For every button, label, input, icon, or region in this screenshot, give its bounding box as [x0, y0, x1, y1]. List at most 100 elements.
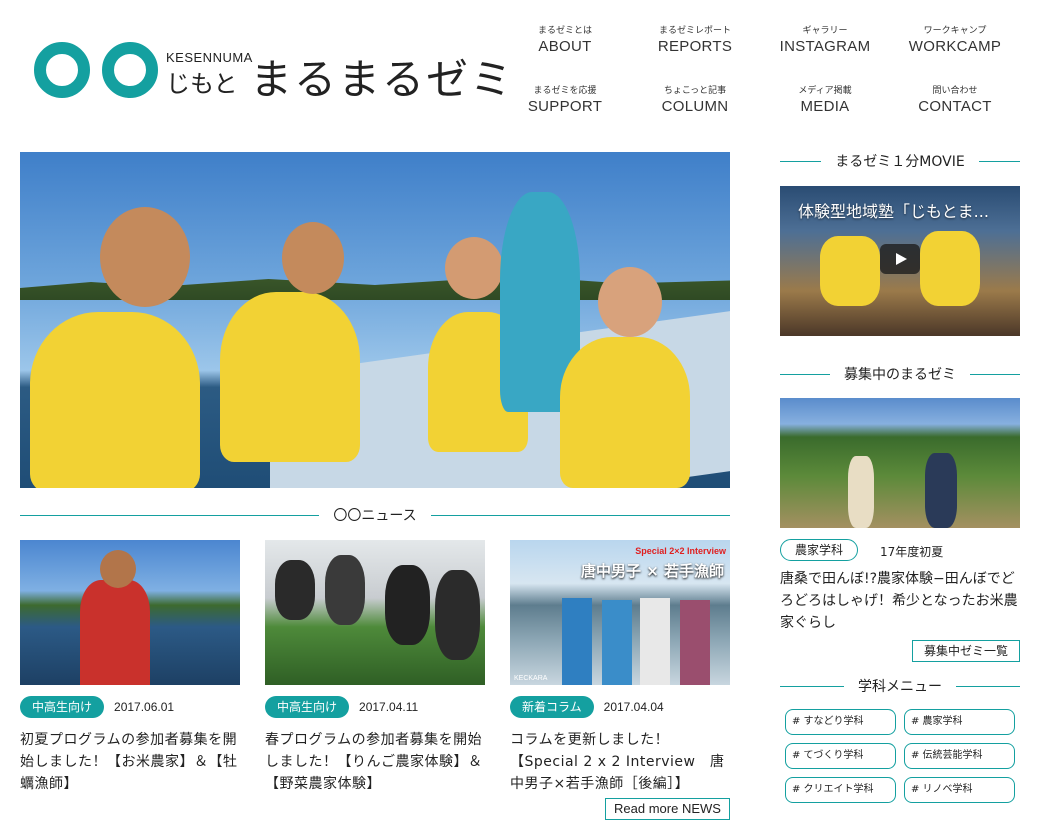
movie-heading-line-left [780, 160, 822, 162]
nav-column[interactable]: ちょこっと記事 COLUMN [630, 85, 760, 117]
nav-support-sub: まるゼミを応援 [533, 86, 597, 96]
news-card[interactable]: 中高生向け 2017.04.11 春プログラムの参加者募集を開始しました！【りん… [265, 540, 485, 795]
recruit-title[interactable]: 唐桑で田んぼ!?農家体験−田んぼでどろどろはしゃげ！希少となったお米農家ぐらし [780, 568, 1020, 634]
recruit-dept-tag[interactable]: 農家学科 [780, 539, 859, 561]
nav-media-label: MEDIA [800, 98, 850, 115]
nav-reports-sub: まるゼミレポート [658, 26, 731, 36]
recruit-year: 17年度初夏 [880, 545, 944, 559]
movie-player[interactable]: 体験型地域塾「じもとま... [780, 186, 1020, 336]
recruit-heading-line-right [970, 373, 1020, 375]
news-card[interactable]: Special 2×2 Interview 唐中男子 × 若手漁師 KECKAR… [510, 540, 730, 795]
recruit-heading-line-left [780, 373, 830, 375]
logo-jimoto: じもと [166, 70, 238, 98]
nav-reports-label: REPORTS [657, 38, 733, 55]
menu-heading: 学科メニュー [780, 676, 1020, 696]
thumb-face [100, 550, 136, 588]
thumb-person [602, 600, 632, 685]
hero-face-3 [445, 237, 503, 299]
thumb-watermark: KECKARA [514, 675, 548, 682]
hero-image[interactable] [20, 152, 730, 488]
thumb-overlay-title: 唐中男子 × 若手漁師 [580, 562, 724, 580]
nav-column-sub: ちょこっと記事 [663, 86, 727, 96]
movie-heading-line-right [978, 160, 1020, 162]
hero-person-1 [30, 312, 200, 488]
nav-instagram-label: INSTAGRAM [779, 38, 871, 55]
news-card[interactable]: 中高生向け 2017.06.01 初夏プログラムの参加者募集を開始しました！【お… [20, 540, 240, 795]
menu-item-handmade[interactable]: # てづくり学科 [785, 743, 896, 769]
category-tag[interactable]: 中高生向け [20, 696, 105, 718]
recruit-person [925, 453, 957, 528]
news-heading: 〇〇ニュース [20, 505, 730, 525]
news-thumb[interactable] [20, 540, 240, 685]
site-logo[interactable]: KESENNUMA じもと まるまるゼミ [34, 42, 512, 104]
thumb-person [80, 580, 150, 685]
hero-face-2 [282, 222, 344, 294]
menu-item-farmer[interactable]: # 農家学科 [904, 709, 1015, 735]
category-tag[interactable]: 中高生向け [265, 696, 350, 718]
nav-column-label: COLUMN [661, 98, 729, 115]
nav-contact-label: CONTACT [918, 98, 992, 115]
nav-workcamp[interactable]: ワークキャンプ WORKCAMP [890, 25, 1020, 57]
nav-about-sub: まるゼミとは [537, 26, 592, 36]
nav-contact-sub: 問い合わせ [932, 86, 978, 96]
thumb-person [680, 600, 710, 685]
nav-reports[interactable]: まるゼミレポート REPORTS [630, 25, 760, 57]
read-more-news-button[interactable]: Read more NEWS [605, 798, 730, 820]
menu-item-sunadori[interactable]: # すなどり学科 [785, 709, 896, 735]
movie-person [820, 236, 880, 306]
menu-item-create[interactable]: # クリエイト学科 [785, 777, 896, 803]
nav-support[interactable]: まるゼミを応援 SUPPORT [500, 85, 630, 117]
hero-face-1 [100, 207, 190, 307]
movie-title: 体験型地域塾「じもとま... [798, 202, 989, 221]
news-meta: 中高生向け 2017.06.01 [20, 695, 240, 719]
news-thumb[interactable] [265, 540, 485, 685]
nav-workcamp-sub: ワークキャンプ [923, 26, 987, 36]
nav-media-sub: メディア掲載 [798, 86, 852, 96]
movie-heading: まるゼミ１分MOVIE [780, 151, 1020, 171]
category-tag[interactable]: 新着コラム [510, 696, 594, 718]
news-date: 2017.04.04 [603, 700, 664, 714]
nav-contact[interactable]: 問い合わせ CONTACT [890, 85, 1020, 117]
menu-item-tradition[interactable]: # 伝統芸能学科 [904, 743, 1015, 769]
play-icon[interactable] [880, 244, 920, 274]
news-meta: 新着コラム 2017.04.04 [510, 695, 730, 719]
hero-person-5 [560, 337, 690, 488]
nav-about-label: ABOUT [538, 38, 592, 55]
thumb-person [435, 570, 480, 660]
nav-media[interactable]: メディア掲載 MEDIA [760, 85, 890, 117]
nav-instagram-sub: ギャラリー [802, 26, 848, 36]
nav-about[interactable]: まるゼミとは ABOUT [500, 25, 630, 57]
thumb-person [325, 555, 365, 625]
news-date: 2017.04.11 [359, 700, 419, 714]
menu-heading-line-right [956, 685, 1020, 687]
news-title[interactable]: コラムを更新しました！【Special 2 x 2 Interview 唐中男子… [510, 729, 730, 795]
recruit-list-button[interactable]: 募集中ゼミ一覧 [912, 640, 1020, 662]
recruit-image[interactable] [780, 398, 1020, 528]
recruit-heading-text: 募集中のまるゼミ [844, 367, 956, 383]
movie-person [920, 231, 980, 306]
recruit-heading: 募集中のまるゼミ [780, 364, 1020, 384]
news-meta: 中高生向け 2017.04.11 [265, 695, 485, 719]
logo-ring-right [102, 42, 158, 98]
logo-title: まるまるゼミ [250, 55, 515, 104]
news-date: 2017.06.01 [114, 700, 175, 714]
news-heading-text: 〇〇ニュース [333, 508, 417, 524]
logo-ring-left [34, 42, 90, 98]
thumb-person [385, 565, 430, 645]
thumb-person [640, 598, 670, 685]
news-title[interactable]: 初夏プログラムの参加者募集を開始しました！【お米農家】＆【牡蠣漁師】 [20, 729, 240, 795]
thumb-person [562, 598, 592, 685]
menu-item-renovation[interactable]: # リノベ学科 [904, 777, 1015, 803]
global-nav: まるゼミとは ABOUT まるゼミレポート REPORTS ギャラリー INST… [500, 25, 1040, 125]
news-heading-line-left [20, 514, 320, 516]
thumb-person [275, 560, 315, 620]
menu-heading-line-left [780, 685, 844, 687]
nav-workcamp-label: WORKCAMP [908, 38, 1002, 55]
news-title[interactable]: 春プログラムの参加者募集を開始しました！【りんご農家体験】＆【野菜農家体験】 [265, 729, 485, 795]
news-thumb[interactable]: Special 2×2 Interview 唐中男子 × 若手漁師 KECKAR… [510, 540, 730, 685]
news-heading-line-right [430, 514, 730, 516]
thumb-overlay-small: Special 2×2 Interview [635, 546, 726, 556]
nav-support-label: SUPPORT [527, 98, 603, 115]
nav-instagram[interactable]: ギャラリー INSTAGRAM [760, 25, 890, 57]
movie-heading-text: まるゼミ１分MOVIE [835, 154, 965, 170]
